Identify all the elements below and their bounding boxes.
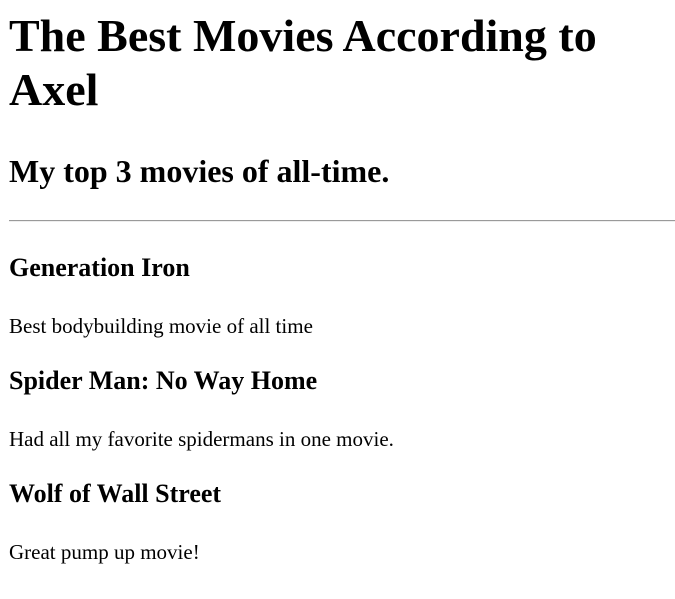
movie-title: Generation Iron — [9, 253, 190, 282]
movie-description: Great pump up movie! — [9, 540, 200, 564]
movie-title: Spider Man: No Way Home — [9, 366, 318, 395]
movie-description: Best bodybuilding movie of all time — [9, 314, 313, 338]
movie-item: Generation Iron Best bodybuilding movie … — [9, 253, 666, 338]
movie-title: Wolf of Wall Street — [9, 479, 222, 508]
divider — [9, 220, 675, 222]
page-content: The Best Movies According to Axel My top… — [0, 9, 675, 564]
page-title: The Best Movies According to Axel — [9, 10, 597, 115]
page-subtitle: My top 3 movies of all-time. — [9, 153, 390, 189]
movie-description: Had all my favorite spidermans in one mo… — [9, 427, 394, 451]
movie-item: Wolf of Wall Street Great pump up movie! — [9, 479, 666, 564]
movie-item: Spider Man: No Way Home Had all my favor… — [9, 366, 666, 451]
